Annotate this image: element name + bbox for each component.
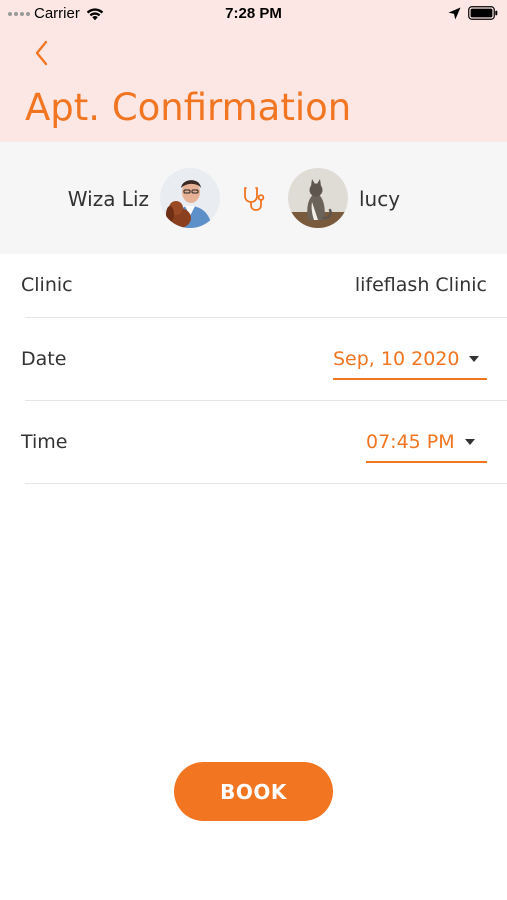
stethoscope-icon: [242, 186, 266, 212]
date-row: Date Sep, 10 2020: [0, 318, 507, 402]
date-dropdown[interactable]: Sep, 10 2020: [333, 340, 487, 380]
vet-avatar[interactable]: [160, 168, 220, 228]
status-time: 7:28 PM: [225, 5, 282, 22]
date-label: Date: [21, 348, 67, 370]
caret-down-icon: [469, 356, 480, 362]
clinic-row: Clinic lifeflash Clinic: [0, 254, 507, 318]
status-bar-right: [448, 6, 498, 20]
pet-name: lucy: [359, 187, 401, 211]
clinic-label: Clinic: [21, 274, 73, 296]
time-value: 07:45 PM: [366, 431, 455, 453]
participants-banner: Wiza Liz lucy: [0, 142, 507, 254]
clinic-value: lifeflash Clinic: [354, 274, 487, 296]
time-dropdown[interactable]: 07:45 PM: [366, 423, 487, 463]
location-arrow-icon: [448, 7, 461, 19]
vet-name: Wiza Liz: [67, 187, 149, 211]
time-row: Time 07:45 PM: [0, 401, 507, 485]
time-label: Time: [21, 431, 68, 453]
book-button[interactable]: BOOK: [174, 762, 333, 821]
caret-down-icon: [464, 439, 475, 445]
pet-avatar[interactable]: [288, 168, 348, 228]
status-bar: Carrier 7:28 PM: [0, 0, 507, 28]
battery-icon: [468, 6, 498, 20]
date-value: Sep, 10 2020: [333, 348, 460, 370]
back-button[interactable]: [28, 36, 56, 70]
page-title: Apt. Confirmation: [25, 86, 352, 129]
chevron-left-icon: [35, 40, 48, 66]
divider: [25, 483, 507, 484]
